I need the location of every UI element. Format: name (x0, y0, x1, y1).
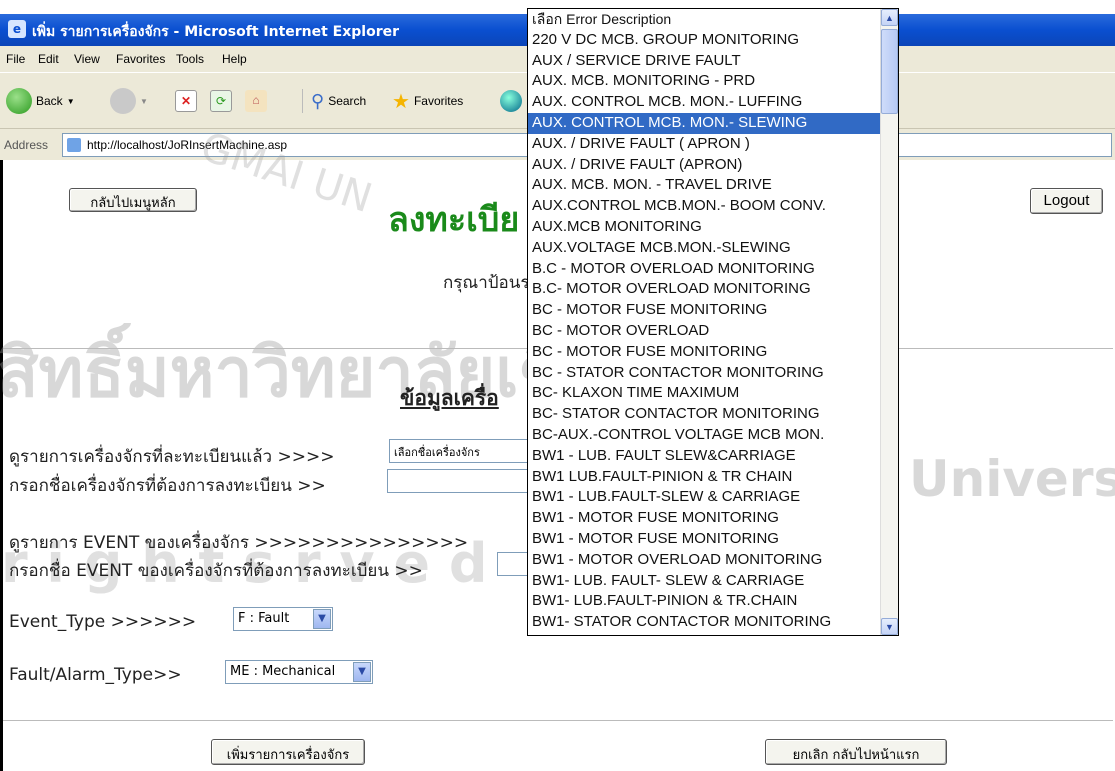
dropdown-option[interactable]: BC- KLAXON TIME MAXIMUM (528, 383, 898, 404)
menu-edit[interactable]: Edit (38, 52, 59, 66)
back-to-menu-button[interactable]: กลับไปเมนูหลัก (69, 188, 197, 212)
dropdown-option[interactable]: BW1 - MOTOR FUSE MONITORING (528, 508, 898, 529)
fault-alarm-type-select[interactable]: ME : Mechanical ▼ (225, 660, 373, 684)
dropdown-option[interactable]: BW1 - MOTOR OVERLOAD MONITORING (528, 550, 898, 571)
dropdown-option[interactable]: AUX. MCB. MONITORING - PRD (528, 71, 898, 92)
dropdown-option[interactable]: B.C - MOTOR OVERLOAD MONITORING (528, 259, 898, 280)
back-arrow-icon (6, 88, 32, 114)
machine-list-select[interactable]: เลือกชื่อเครื่องจักร (389, 439, 531, 463)
address-url: http://localhost/JoRInsertMachine.asp (87, 138, 288, 152)
dropdown-list: เลือก Error Description 220 V DC MCB. GRO… (528, 9, 898, 633)
dropdown-option[interactable]: B.C- MOTOR OVERLOAD MONITORING (528, 279, 898, 300)
event-name-input[interactable] (497, 552, 531, 576)
event-type-value: F : Fault (238, 611, 290, 626)
dropdown-option[interactable]: BC - MOTOR OVERLOAD (528, 321, 898, 342)
forward-arrow-icon (110, 88, 136, 114)
dropdown-option[interactable]: BW1 LUB.FAULT-PINION & TR CHAIN (528, 467, 898, 488)
dropdown-option[interactable]: AUX. CONTROL MCB. MON.- SLEWING (528, 112, 898, 134)
cancel-button[interactable]: ยกเลิก กลับไปหน้าแรก (765, 739, 947, 765)
dropdown-option[interactable]: AUX.CONTROL MCB.MON.- BOOM CONV. (528, 196, 898, 217)
add-machine-button[interactable]: เพิ่มรายการเครื่องจักร (211, 739, 365, 765)
dropdown-option[interactable]: BW1 - LUB. FAULT SLEW&CARRIAGE (528, 446, 898, 467)
search-label: Search (328, 94, 367, 108)
refresh-button[interactable]: ⟳ (210, 89, 232, 113)
refresh-icon: ⟳ (210, 90, 232, 112)
fault-alarm-type-value: ME : Mechanical (230, 664, 336, 679)
menu-file[interactable]: File (6, 52, 25, 66)
event-name-label: กรอกชื่อ EVENT ของเครื่องจักรที่ต้องการล… (9, 561, 423, 581)
search-button[interactable]: ⚲ Search (302, 89, 366, 113)
back-label: Back (36, 94, 63, 108)
scroll-thumb[interactable] (881, 29, 898, 114)
browser-window: e เพิ่ม รายการเครื่องจักร - Microsoft In… (0, 0, 1115, 771)
fault-alarm-type-label: Fault/Alarm_Type>> (9, 665, 182, 685)
dropdown-option[interactable]: BC - MOTOR FUSE MONITORING (528, 342, 898, 363)
machine-list-label: ดูรายการเครื่องจักรที่ละทะเบียนแล้ว >>>> (9, 447, 335, 467)
page-title: ลงทะเบีย (388, 200, 520, 240)
event-type-select[interactable]: F : Fault ▼ (233, 607, 333, 631)
chevron-down-icon: ▼ (313, 609, 331, 629)
dropdown-option[interactable]: BC - STATOR CONTACTOR MONITORING (528, 363, 898, 384)
forward-button[interactable]: ▼ (110, 88, 148, 114)
logout-button[interactable]: Logout (1030, 188, 1103, 214)
address-label: Address (4, 138, 49, 152)
dropdown-option[interactable]: BC - MOTOR FUSE MONITORING (528, 300, 898, 321)
dropdown-option[interactable]: BW1 - MOTOR FUSE MONITORING (528, 529, 898, 550)
dropdown-option[interactable]: AUX.MCB MONITORING (528, 217, 898, 238)
dropdown-scrollbar[interactable]: ▲ ▼ (880, 9, 898, 635)
dropdown-option[interactable]: BW1- STATOR CONTACTOR MONITORING (528, 612, 898, 633)
section-title: ข้อมูลเครื่อ (400, 386, 499, 410)
back-button[interactable]: Back ▼ (6, 88, 75, 114)
dropdown-option[interactable]: เลือก Error Description (528, 9, 898, 30)
dropdown-option[interactable]: AUX / SERVICE DRIVE FAULT (528, 51, 898, 72)
dropdown-option[interactable]: 220 V DC MCB. GROUP MONITORING (528, 30, 898, 51)
media-button[interactable] (500, 89, 522, 113)
dropdown-option[interactable]: AUX.VOLTAGE MCB.MON.-SLEWING (528, 238, 898, 259)
dropdown-option[interactable]: AUX. / DRIVE FAULT (APRON) (528, 155, 898, 176)
dropdown-option[interactable]: BW1 - LUB.FAULT-SLEW & CARRIAGE (528, 487, 898, 508)
window-title: เพิ่ม รายการเครื่องจักร - Microsoft Inte… (32, 24, 400, 40)
scroll-up-icon[interactable]: ▲ (881, 9, 898, 26)
dropdown-option[interactable]: BC- STATOR CONTACTOR MONITORING (528, 404, 898, 425)
ie-icon: e (8, 20, 26, 38)
globe-icon (500, 90, 522, 112)
divider-bottom (3, 720, 1113, 721)
error-description-dropdown[interactable]: เลือก Error Description 220 V DC MCB. GRO… (527, 8, 899, 636)
machine-name-input[interactable] (387, 469, 531, 493)
stop-button[interactable]: ✕ (175, 89, 197, 113)
stop-icon: ✕ (175, 90, 197, 112)
star-icon: ★ (392, 90, 410, 113)
menu-view[interactable]: View (74, 52, 100, 66)
menu-favorites[interactable]: Favorites (116, 52, 165, 66)
scroll-down-icon[interactable]: ▼ (881, 618, 898, 635)
home-icon: ⌂ (245, 90, 267, 112)
dropdown-option[interactable]: AUX. / DRIVE FAULT ( APRON ) (528, 134, 898, 155)
watermark-university: University (909, 450, 1115, 508)
dropdown-option[interactable]: AUX. CONTROL MCB. MON.- LUFFING (528, 92, 898, 113)
dropdown-option[interactable]: AUX. MCB. MON. - TRAVEL DRIVE (528, 175, 898, 196)
menu-help[interactable]: Help (222, 52, 247, 66)
dropdown-option[interactable]: BW1- LUB.FAULT-PINION & TR.CHAIN (528, 591, 898, 612)
home-button[interactable]: ⌂ (245, 89, 267, 113)
menu-tools[interactable]: Tools (176, 52, 204, 66)
page-icon (67, 138, 81, 152)
favorites-label: Favorites (413, 94, 464, 108)
search-icon: ⚲ (311, 90, 325, 111)
machine-name-label: กรอกชื่อเครื่องจักรที่ต้องการลงทะเบียน >… (9, 476, 326, 496)
instruction-text: กรุณาป้อนร (443, 273, 530, 293)
chevron-down-icon: ▼ (353, 662, 371, 682)
event-list-label: ดูรายการ EVENT ของเครื่องจักร >>>>>>>>>>… (9, 533, 469, 553)
favorites-button[interactable]: ★ Favorites (392, 89, 463, 113)
dropdown-option[interactable]: BW1- LUB. FAULT- SLEW & CARRIAGE (528, 571, 898, 592)
machine-list-value: เลือกชื่อเครื่องจักร (394, 446, 480, 459)
event-type-label: Event_Type >>>>>> (9, 612, 197, 632)
dropdown-option[interactable]: BC-AUX.-CONTROL VOLTAGE MCB MON. (528, 425, 898, 446)
